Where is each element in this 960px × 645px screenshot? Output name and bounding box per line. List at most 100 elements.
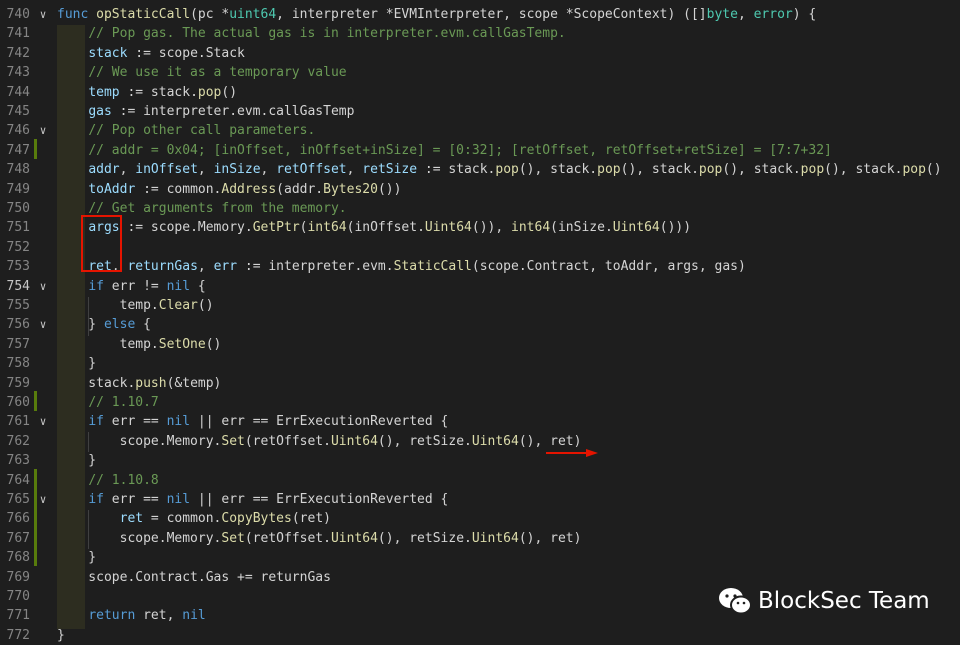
code-token: opStaticCall [96,7,191,22]
code-line[interactable]: 754 ∨ if err != nil { [0,277,960,296]
code-token: := common. [135,181,222,197]
code-token: (scope.Contract, toAddr, args, gas) [471,259,746,275]
code-token: err == [103,414,167,430]
fold-chevron-icon[interactable]: ∨ [36,121,50,140]
red-arrow-icon [546,449,598,457]
code-line[interactable]: 753 ret, returnGas, err := interpreter.e… [0,257,960,276]
code-text: func opStaticCall(pc *uint64, interprete… [57,5,816,24]
code-text: } [57,548,96,567]
line-number: 772 [6,627,30,643]
code-editor[interactable]: 740 ∨ func opStaticCall(pc *uint64, interp… [0,0,960,644]
code-token: Bytes20 [323,181,378,197]
code-text: toAddr := common.Address(addr.Bytes20()) [57,180,401,199]
code-text: } [57,451,96,470]
code-token: scope.Memory. [57,433,222,449]
fold-chevron-icon[interactable]: ∨ [36,277,50,296]
line-number: 752 [6,239,30,255]
code-line[interactable]: 748 addr, inOffset, inSize, retOffset, r… [0,160,960,179]
code-text: } [57,354,96,373]
code-line[interactable]: 763 } [0,451,960,470]
fold-chevron-icon[interactable]: ∨ [36,412,50,431]
code-token: (), ret) [518,530,582,546]
line-number: 762 [6,433,30,449]
code-token: Uint64 [471,530,519,546]
code-text: if err == nil || err == ErrExecutionReve… [57,412,448,431]
code-token: Set [221,433,245,449]
code-token: temp. [57,298,159,313]
code-token: Uint64 [471,433,519,449]
code-token: uint64 [229,7,277,22]
code-line[interactable]: 742 stack := scope.Stack [0,44,960,63]
code-token: { [190,278,206,294]
code-token: // Pop gas. The actual gas is in interpr… [88,26,566,42]
code-line[interactable]: 772} [0,626,960,645]
code-line[interactable]: 760 // 1.10.7 [0,393,960,412]
code-text: if err == nil || err == ErrExecutionReve… [57,490,448,509]
code-token: := scope.Stack [127,45,245,61]
code-text: return ret, nil [57,606,205,625]
line-number: 766 [6,511,30,527]
code-token: inOffset [135,162,198,178]
code-line[interactable]: 766 ret = common.CopyBytes(ret) [0,509,960,528]
code-token: () [221,84,238,100]
code-line[interactable]: 767 scope.Memory.Set(retOffset.Uint64(),… [0,529,960,548]
line-number: 755 [6,298,30,313]
code-line[interactable]: 765 ∨ if err == nil || err == ErrExecutio… [0,490,960,509]
code-line[interactable]: 752 [0,238,960,257]
code-token: , [260,162,277,178]
code-token: (pc [190,7,222,22]
code-token: Uint64 [330,530,378,546]
code-line[interactable]: 757 temp.SetOne() [0,335,960,354]
code-line[interactable]: 740 ∨ func opStaticCall(pc *uint64, interp… [0,5,960,24]
code-token: (retOffset. [244,530,331,546]
code-token: err != [103,278,167,294]
code-line[interactable]: 749 toAddr := common.Address(addr.Bytes2… [0,180,960,199]
code-line[interactable]: 745 gas := interpreter.evm.callGasTemp [0,102,960,121]
code-token: addr [88,162,120,178]
line-number: 756 [6,317,30,333]
code-line[interactable]: 755 temp.Clear() [0,296,960,315]
line-number: 768 [6,550,30,566]
code-token: () [197,298,214,313]
code-line[interactable]: 759 stack.push(&temp) [0,374,960,393]
fold-chevron-icon[interactable]: ∨ [36,315,50,334]
code-text: // Pop other call parameters. [57,121,315,140]
code-line[interactable]: 750 // Get arguments from the memory. [0,199,960,218]
code-line[interactable]: 741 // Pop gas. The actual gas is in int… [0,24,960,43]
code-token: if [88,492,104,507]
highlight-box [81,215,122,272]
code-line[interactable]: 747 // addr = 0x04; [inOffset, inOffset+… [0,141,960,160]
code-token: (), retSize. [377,433,472,449]
code-token: { [135,317,151,333]
code-text: temp.Clear() [57,296,214,315]
code-token: , [197,162,214,178]
code-token: nil [166,278,191,294]
line-number: 770 [6,589,30,604]
code-token: = common. [143,511,222,527]
code-line[interactable]: 756 ∨ } else { [0,315,960,334]
code-token: // Pop other call parameters. [88,123,316,139]
code-line[interactable]: 751 args := scope.Memory.GetPtr(int64(in… [0,218,960,237]
code-line[interactable]: 762 scope.Memory.Set(retOffset.Uint64(),… [0,432,960,451]
code-line[interactable]: 744 temp := stack.pop() [0,83,960,102]
fold-chevron-icon[interactable]: ∨ [36,5,50,24]
wechat-icon [719,588,752,615]
code-token: Address [221,181,277,197]
code-line[interactable]: 769 scope.Contract.Gas += returnGas [0,568,960,587]
line-number: 757 [6,336,30,352]
code-line[interactable]: 746 ∨ // Pop other call parameters. [0,121,960,140]
code-line[interactable]: 764 // 1.10.8 [0,471,960,490]
code-token: , [119,162,136,178]
code-token: := interpreter.evm. [237,259,394,275]
code-token: pop [597,162,621,178]
code-line[interactable]: 743 // We use it as a temporary value [0,63,960,82]
code-line[interactable]: 768 } [0,548,960,567]
line-number: 763 [6,453,30,469]
fold-chevron-icon[interactable]: ∨ [36,490,50,509]
code-line[interactable]: 761 ∨ if err == nil || err == ErrExecutio… [0,412,960,431]
code-line[interactable]: 758 } [0,354,960,373]
code-text: ret, returnGas, err := interpreter.evm.S… [57,257,746,276]
